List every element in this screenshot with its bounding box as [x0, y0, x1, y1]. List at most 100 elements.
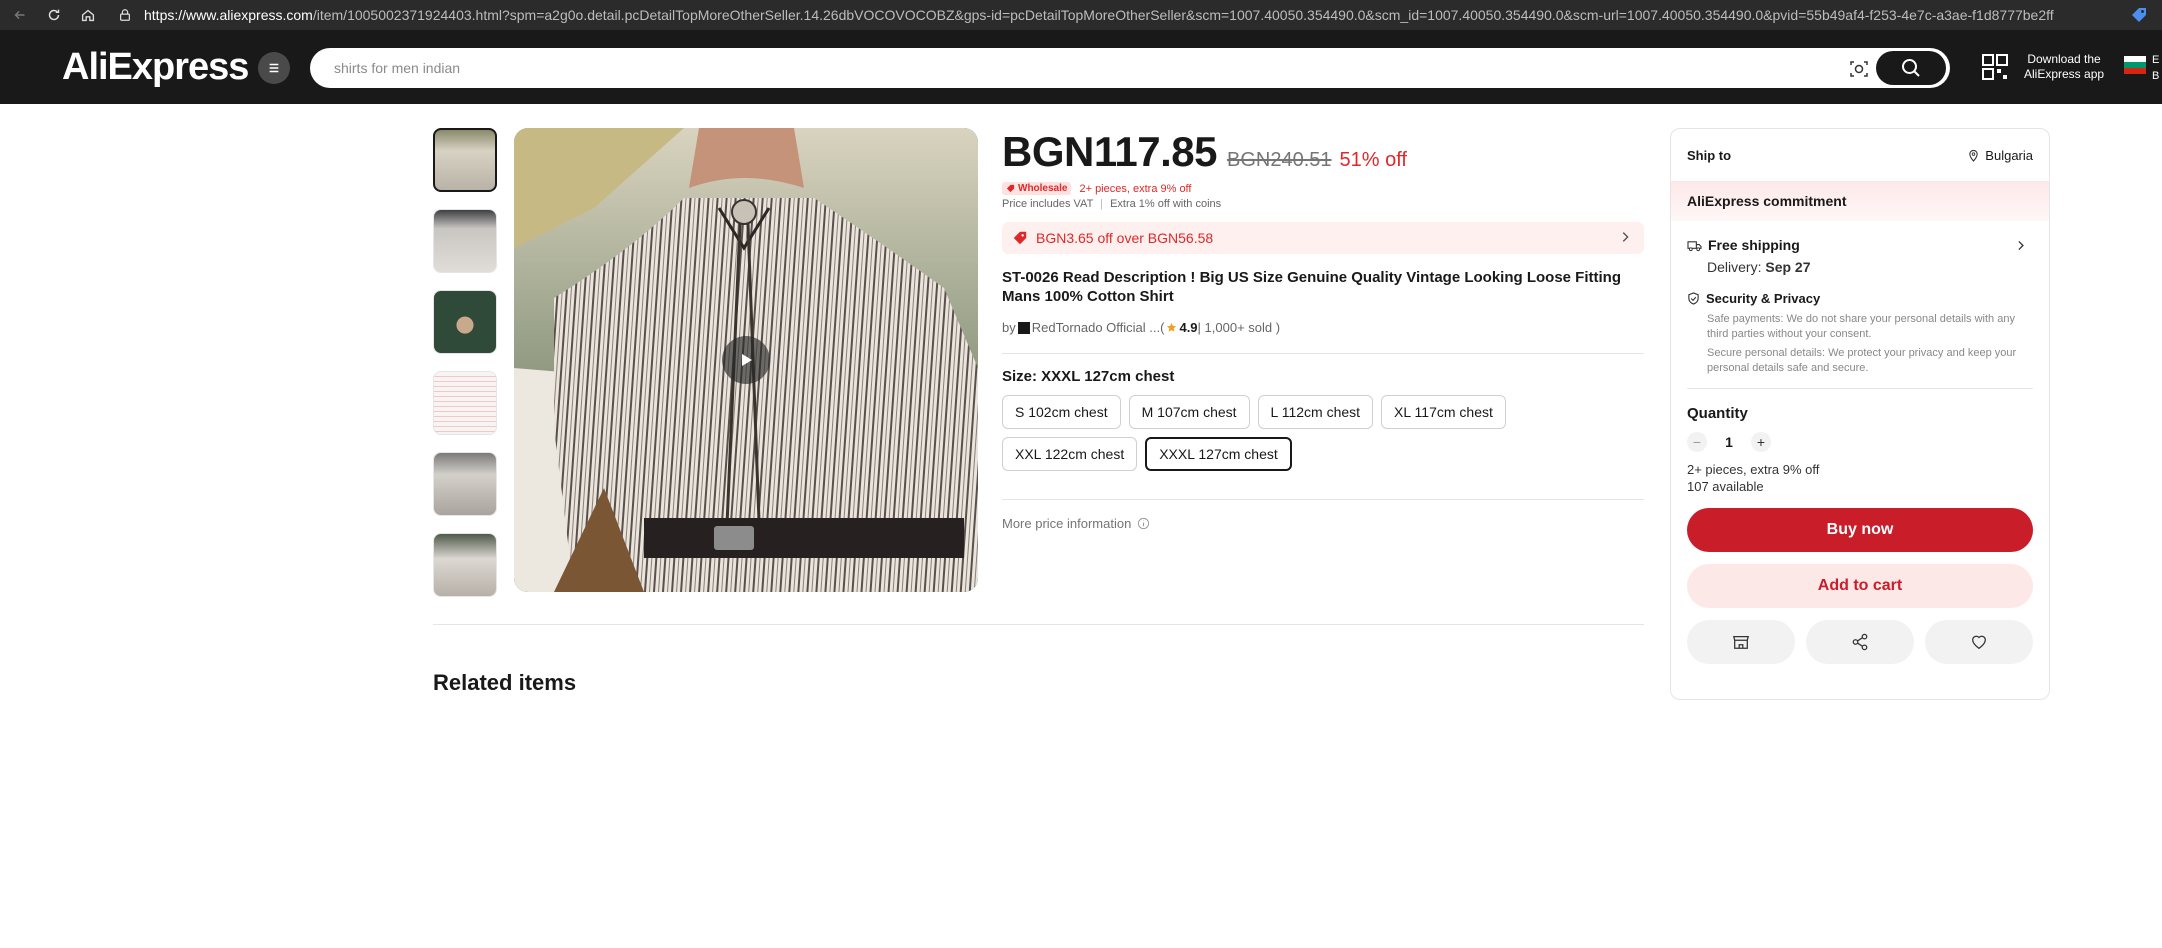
- size-option[interactable]: XL 117cm chest: [1381, 395, 1506, 429]
- increase-button[interactable]: +: [1751, 432, 1771, 452]
- security-text-1: Safe payments: We do not share your pers…: [1707, 313, 2015, 340]
- thumbnail[interactable]: [433, 290, 497, 354]
- wholesale-row: Wholesale 2+ pieces, extra 9% off: [1002, 182, 1644, 195]
- flag-icon[interactable]: [2124, 56, 2146, 74]
- qr-icon: [1982, 54, 2008, 80]
- section-divider: [433, 624, 1644, 625]
- share-icon: [1852, 633, 1868, 651]
- product-title: ST-0026 Read Description ! Big US Size G…: [1002, 269, 1621, 305]
- url-path: /item/1005002371924403.html?spm=a2g0o.de…: [312, 7, 2054, 23]
- store-logo: [1017, 321, 1030, 334]
- shipping-section[interactable]: Free shipping Delivery: Sep 27: [1671, 237, 2049, 275]
- by-label: by: [1002, 320, 1016, 335]
- search-input[interactable]: shirts for men indian: [334, 60, 460, 76]
- thumbnail-list: [433, 128, 497, 614]
- star-icon: [1167, 322, 1177, 332]
- quantity-label: Quantity: [1687, 405, 1748, 422]
- url-domain: https://www.aliexpress.com: [144, 7, 313, 23]
- play-video-button[interactable]: [722, 336, 770, 384]
- lock-icon[interactable]: [118, 7, 134, 23]
- download-app[interactable]: Download the AliExpress app: [1982, 52, 2104, 82]
- size-options: S 102cm chest M 107cm chest L 112cm ches…: [1002, 395, 1622, 479]
- commitment-banner: AliExpress commitment: [1671, 181, 2049, 221]
- size-label: Size: XXXL 127cm chest: [1002, 368, 1175, 385]
- ship-to-row[interactable]: Ship to Bulgaria: [1671, 129, 2049, 181]
- thumbnail[interactable]: [433, 452, 497, 516]
- available-count: 107 available: [1687, 479, 1764, 494]
- quantity-section: Quantity − 1 + 2+ pieces, extra 9% off 1…: [1671, 405, 2049, 494]
- vat-row: Price includes VAT | Extra 1% off with c…: [1002, 198, 1222, 210]
- camera-icon[interactable]: [1848, 58, 1870, 80]
- play-icon: [742, 354, 752, 366]
- back-icon[interactable]: [6, 1, 34, 29]
- location-icon: [1969, 149, 1979, 162]
- original-price: BGN240.51: [1226, 149, 1332, 171]
- info-icon: [1138, 517, 1150, 530]
- store-row: by RedTornado Official ... ( 4.9 | 1,000…: [1002, 320, 1644, 335]
- current-price: BGN117.85: [1002, 128, 1217, 175]
- app-line-1: Download the: [2027, 52, 2101, 66]
- size-option[interactable]: M 107cm chest: [1128, 395, 1250, 429]
- size-option-selected[interactable]: XXXL 127cm chest: [1145, 437, 1292, 471]
- coupon-text: BGN3.65 off over BGN56.58: [1036, 230, 1214, 246]
- search-button[interactable]: [1876, 51, 1946, 85]
- wholesale-badge: Wholesale: [1002, 182, 1072, 195]
- tag-icon[interactable]: [2130, 6, 2148, 24]
- wholesale-badge-label: Wholesale: [1018, 183, 1068, 194]
- add-to-cart-button[interactable]: Add to cart: [1687, 564, 2033, 608]
- purchase-panel: Ship to Bulgaria AliExpress commitment F…: [1670, 128, 2050, 700]
- coupon-icon: [1013, 231, 1027, 245]
- discount-percent: 51% off: [1339, 149, 1407, 171]
- sold-count: | 1,000+ sold ): [1197, 320, 1281, 335]
- search-icon: [1902, 59, 1920, 77]
- size-option[interactable]: S 102cm chest: [1002, 395, 1121, 429]
- rating-value: 4.9: [1179, 320, 1198, 335]
- quantity-value[interactable]: 1: [1707, 434, 1751, 450]
- home-icon[interactable]: [74, 1, 102, 29]
- thumbnail[interactable]: [433, 209, 497, 273]
- more-price-info[interactable]: More price information: [1002, 516, 1644, 531]
- lang-line-1: E: [2152, 54, 2160, 66]
- more-price-label: More price information: [1002, 516, 1132, 531]
- related-items-heading: Related items: [433, 670, 577, 695]
- thumbnail[interactable]: [433, 371, 497, 435]
- app-line-2: AliExpress app: [2024, 67, 2105, 81]
- language-selector[interactable]: EB: [2152, 52, 2159, 84]
- product-main-image[interactable]: [514, 128, 978, 592]
- vat-text: Price includes VAT: [1002, 198, 1094, 210]
- divider: [1002, 353, 1644, 354]
- browser-bar: https://www.aliexpress.com/item/10050023…: [0, 0, 2162, 30]
- decrease-button[interactable]: −: [1687, 432, 1707, 452]
- coins-text: Extra 1% off with coins: [1110, 198, 1222, 210]
- menu-icon[interactable]: [258, 52, 290, 84]
- wishlist-button[interactable]: [1925, 620, 2033, 664]
- share-button[interactable]: [1806, 620, 1914, 664]
- address-bar[interactable]: https://www.aliexpress.com/item/10050023…: [144, 7, 2054, 23]
- product-info: BGN117.85 BGN240.51 51% off Wholesale 2+…: [1002, 128, 1644, 531]
- chevron-right-icon: [2018, 240, 2024, 250]
- thumbnail[interactable]: [433, 128, 497, 192]
- store-icon: [1732, 635, 1750, 649]
- coupon-icon: [1006, 184, 1015, 193]
- chevron-right-icon: [1622, 232, 1629, 242]
- quantity-stepper[interactable]: − 1 +: [1687, 432, 2033, 452]
- security-section[interactable]: Security & Privacy Safe payments: We do …: [1671, 291, 2049, 376]
- delivery-date: Sep 27: [1765, 259, 1811, 275]
- aliexpress-logo[interactable]: AliExpress: [62, 46, 249, 89]
- lang-line-2: B: [2152, 70, 2160, 82]
- coupon-banner[interactable]: BGN3.65 off over BGN56.58: [1002, 222, 1644, 254]
- search-bar[interactable]: shirts for men indian: [310, 48, 1950, 88]
- price-row: BGN117.85 BGN240.51 51% off: [1002, 128, 1644, 180]
- store-button[interactable]: [1687, 620, 1795, 664]
- store-name[interactable]: RedTornado Official ...: [1032, 320, 1160, 335]
- divider: [1002, 499, 1644, 500]
- buy-now-button[interactable]: Buy now: [1687, 508, 2033, 552]
- thumbnail[interactable]: [433, 533, 497, 597]
- quantity-note: 2+ pieces, extra 9% off: [1687, 462, 1820, 477]
- divider: [1687, 388, 2033, 389]
- size-option[interactable]: XXL 122cm chest: [1002, 437, 1138, 471]
- size-option[interactable]: L 112cm chest: [1257, 395, 1374, 429]
- action-icons: [1671, 620, 2049, 664]
- site-header: AliExpress shirts for men indian Downloa…: [0, 30, 2162, 104]
- reload-icon[interactable]: [40, 1, 68, 29]
